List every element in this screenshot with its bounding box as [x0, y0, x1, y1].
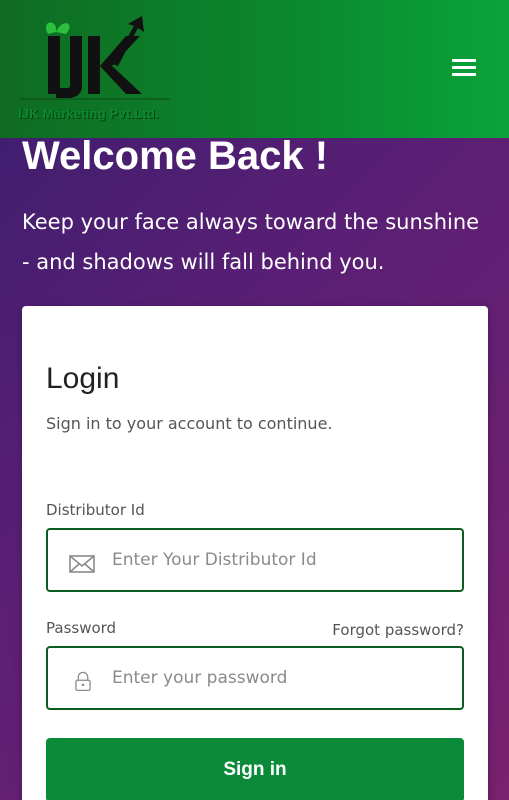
sign-in-button[interactable]: Sign in [46, 738, 464, 800]
password-field[interactable] [46, 646, 464, 710]
distributor-id-label: Distributor Id [46, 501, 145, 519]
lock-icon [75, 671, 91, 692]
login-title: Login [46, 362, 120, 395]
welcome-quote: Keep your face always toward the sunshin… [22, 210, 480, 274]
login-subtitle: Sign in to your account to continue. [46, 414, 333, 433]
password-label: Password [46, 619, 117, 637]
password-input[interactable] [112, 660, 452, 696]
envelope-icon [69, 555, 95, 573]
company-logo[interactable]: IJK Marketing Pvt.Ltd. [18, 14, 176, 126]
app-header: IJK Marketing Pvt.Ltd. [0, 0, 509, 138]
login-card: Login Sign in to your account to continu… [22, 306, 488, 800]
distributor-id-field[interactable] [46, 528, 464, 592]
forgot-password-link[interactable]: Forgot password? [332, 621, 464, 639]
logo-mark [20, 16, 170, 100]
hamburger-icon[interactable] [452, 59, 476, 79]
welcome-title: Welcome Back ! [22, 134, 329, 178]
logo-tagline: IJK Marketing Pvt.Ltd. [18, 106, 159, 121]
distributor-id-input[interactable] [112, 542, 452, 578]
